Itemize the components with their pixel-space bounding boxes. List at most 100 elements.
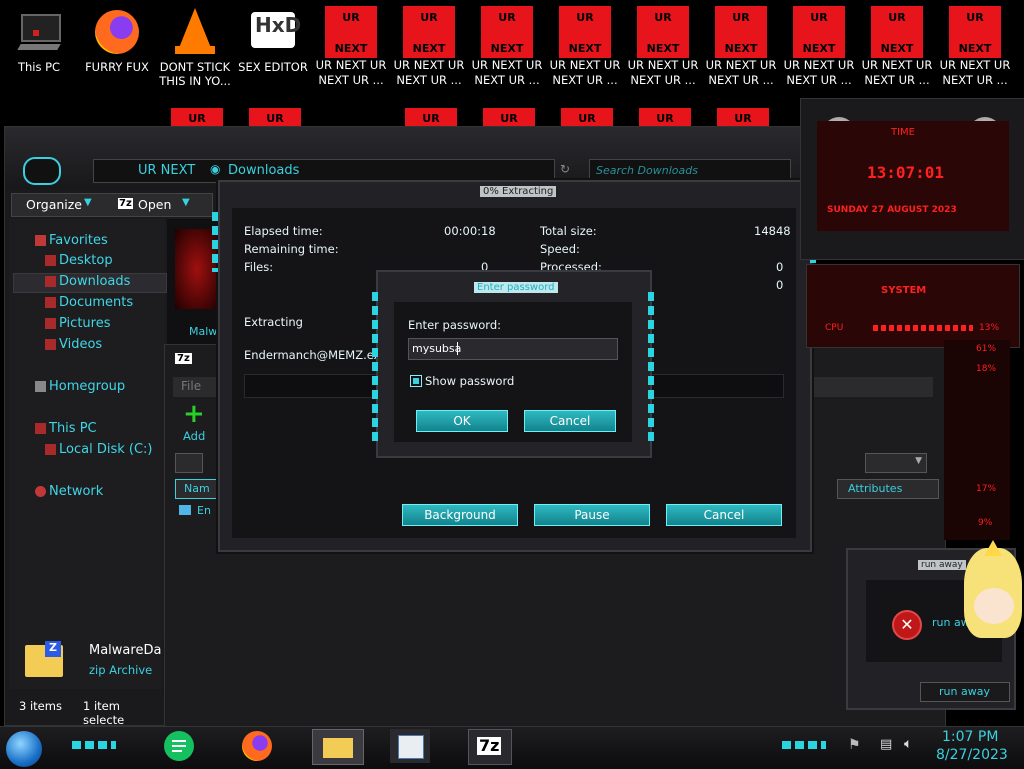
show-password-checkbox[interactable] [410, 375, 422, 387]
dialog-edge-light [212, 212, 218, 272]
nav-desktop[interactable]: Desktop [45, 253, 113, 268]
organize-button[interactable]: Organize [26, 197, 82, 212]
vlc-cone-icon [171, 8, 219, 56]
nav-pictures[interactable]: Pictures [45, 316, 110, 331]
file-row[interactable]: En [179, 503, 219, 519]
desktop-icon-label: FURRY FUX [85, 60, 149, 74]
desktop-icon-ur-next[interactable]: UR NEXT UR NEXT UR NEXT UR ... [312, 0, 390, 88]
desktop-icon-ur-next[interactable]: UR NEXT UR NEXT UR NEXT UR ... [702, 0, 780, 88]
menu-file[interactable]: File [181, 379, 201, 393]
status-selection: 1 item selecte [83, 699, 125, 727]
desktop-icon-label: This PC [17, 60, 61, 74]
path-dropdown[interactable]: ▼ [865, 453, 927, 473]
picture-icon [45, 318, 56, 329]
navigation-pane: Favorites Desktop Downloads Documents Pi… [9, 219, 167, 639]
desktop-icon-ur-next[interactable]: UR [171, 108, 223, 128]
back-button[interactable] [23, 157, 61, 185]
star-icon [35, 235, 46, 246]
password-input[interactable]: mysubsa [408, 338, 618, 360]
password-dialog-title: Enter password [474, 282, 558, 293]
desktop-icon-ur-next[interactable]: UR NEXT UR NEXT UR NEXT UR ... [936, 0, 1014, 88]
system-widget-extension: 61% 18% 17% 9% [944, 340, 1010, 540]
taskbar: 7z ⚑ ▤ 🔈︎ 1:07 PM 8/27/2023 [0, 726, 1024, 769]
run-away-button[interactable]: run away [920, 682, 1010, 702]
taskbar-decor [782, 741, 826, 749]
nav-favorites[interactable]: Favorites [35, 233, 108, 248]
nav-documents[interactable]: Documents [45, 295, 133, 310]
start-button[interactable] [6, 731, 42, 767]
chevron-down-icon: ▼ [182, 197, 190, 208]
download-icon [45, 276, 56, 287]
desktop-icon-ur-next[interactable]: UR NEXT UR NEXT UR NEXT UR ... [468, 0, 546, 88]
password-prompt: Enter password: [408, 318, 501, 332]
7z-icon: 7z [477, 736, 502, 755]
file-explorer-taskbar-button[interactable] [312, 729, 364, 765]
desktop-icon-ur-next[interactable]: UR NEXT UR NEXT UR NEXT UR ... [390, 0, 468, 88]
desktop-icon-ur-next[interactable]: UR NEXT UR NEXT UR NEXT UR ... [858, 0, 936, 88]
nav-downloads[interactable]: Downloads [45, 274, 130, 289]
desktop-icon-ur-next[interactable]: UR [249, 108, 301, 128]
nav-videos[interactable]: Videos [45, 337, 102, 352]
desktop-icon-vlc[interactable]: DONT STICK THIS IN YO... [156, 0, 234, 88]
cpu-percent: 13% [979, 323, 1000, 333]
breadcrumb-item[interactable]: Downloads [228, 163, 299, 178]
volume-icon[interactable]: 🔈︎ [904, 736, 912, 752]
firefox-icon[interactable] [242, 731, 272, 761]
sevenzip-taskbar-button[interactable]: 7z [468, 729, 512, 765]
cancel-extract-button[interactable]: Cancel [666, 504, 782, 526]
nav-homegroup[interactable]: Homegroup [35, 379, 125, 394]
chevron-down-icon: ▼ [84, 197, 92, 208]
password-dialog: Enter password Enter password: mysubsa S… [372, 270, 654, 458]
desktop-icon-ur-next[interactable]: UR [639, 108, 691, 128]
open-button[interactable]: Open [138, 197, 171, 212]
computer-icon [15, 8, 63, 56]
notepad-taskbar-button[interactable] [390, 729, 430, 763]
chevron-down-icon: ▼ [915, 456, 922, 466]
hxd-icon: HxD [249, 8, 301, 56]
explorer-toolbar: Organize ▼ 7z Open ▼ [11, 193, 213, 217]
nav-network[interactable]: Network [35, 484, 103, 499]
column-header-name[interactable]: Nam [175, 479, 217, 499]
details-file-type: zip Archive [89, 663, 153, 677]
homegroup-icon [35, 381, 46, 392]
clock-time[interactable]: 1:07 PM [942, 729, 998, 745]
status-item-count: 3 items [19, 699, 62, 713]
zip-folder-icon: Z [25, 641, 63, 677]
column-header-attributes[interactable]: Attributes [837, 479, 939, 499]
cancel-button[interactable]: Cancel [524, 410, 616, 432]
remaining-label: Remaining time: [244, 242, 339, 256]
pause-button[interactable]: Pause [534, 504, 650, 526]
desktop-icon-ur-next[interactable]: UR [405, 108, 457, 128]
cpu-meter [873, 325, 973, 331]
breadcrumb-item[interactable]: UR NEXT [138, 163, 195, 178]
background-button[interactable]: Background [402, 504, 518, 526]
desktop-icon-firefox[interactable]: FURRY FUX [78, 0, 156, 74]
notification-icon[interactable]: ⚑ [848, 737, 861, 753]
cartoon-character-image [958, 538, 1024, 658]
file-label: Malw [189, 325, 218, 338]
desktop-icon-hxd[interactable]: HxD SEX EDITOR [234, 0, 312, 74]
desktop-icon-ur-next[interactable]: UR [483, 108, 535, 128]
clock-date: SUNDAY 27 AUGUST 2023 [827, 205, 957, 215]
desktop-icon-ur-next[interactable]: UR NEXT UR NEXT UR NEXT UR ... [624, 0, 702, 88]
desktop-icon-ur-next[interactable]: UR NEXT UR NEXT UR NEXT UR ... [546, 0, 624, 88]
desktop-icon-ur-next[interactable]: UR NEXT UR NEXT UR NEXT UR ... [780, 0, 858, 88]
meter-percent: 18% [976, 364, 997, 374]
dialog-edge-light [372, 292, 378, 442]
refresh-icon[interactable]: ↻ [560, 162, 570, 176]
desktop-icon-this-pc[interactable]: This PC [0, 0, 78, 74]
compressed-value: 0 [776, 278, 784, 292]
network-icon [35, 486, 46, 497]
add-button[interactable]: + Add [179, 399, 209, 445]
folder-up-icon[interactable] [175, 453, 203, 473]
desktop-icon-ur-next[interactable]: UR [561, 108, 613, 128]
notes-app-icon[interactable] [164, 731, 194, 761]
network-tray-icon[interactable]: ▤ [880, 737, 892, 752]
desktop-icon-ur-next[interactable]: UR [717, 108, 769, 128]
nav-this-pc[interactable]: This PC [35, 421, 97, 436]
clock-date[interactable]: 8/27/2023 [936, 747, 1008, 763]
elapsed-value: 00:00:18 [444, 224, 496, 238]
nav-local-disk[interactable]: Local Disk (C:) [45, 442, 152, 457]
speed-label: Speed: [540, 242, 580, 256]
ok-button[interactable]: OK [416, 410, 508, 432]
